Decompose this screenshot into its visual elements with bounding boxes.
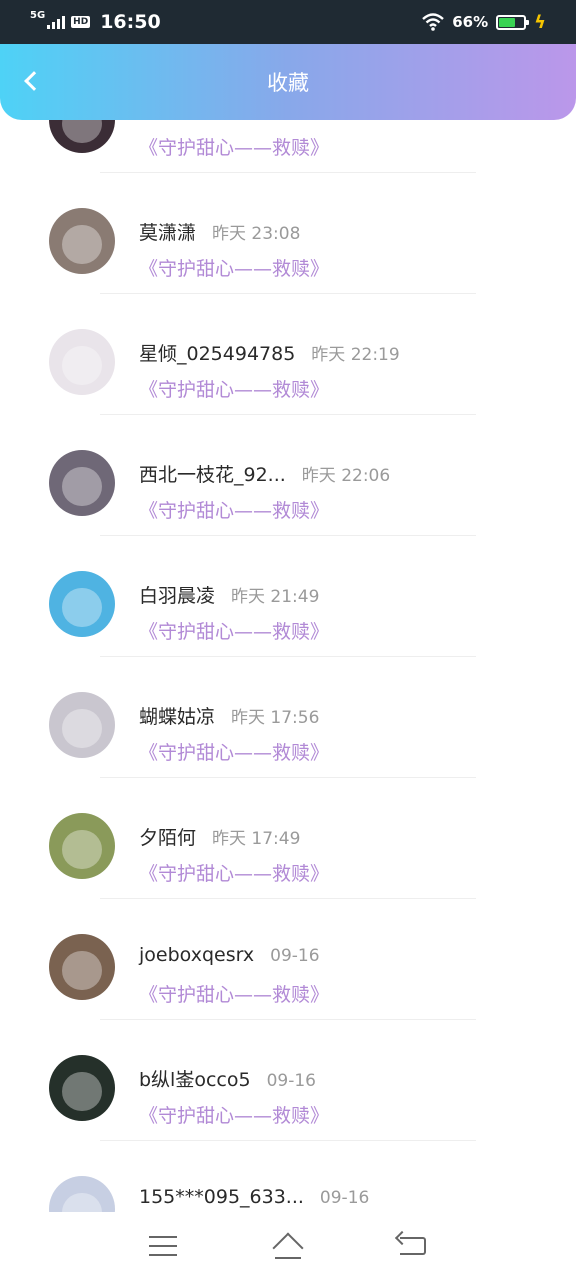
back-chevron-icon[interactable] — [12, 62, 50, 100]
favorites-list[interactable]: 《守护甜心——救赎》 莫潇潇 昨天 23:08 《守护甜心——救赎》 星倾_025494… — [0, 86, 576, 1212]
name-line: 白羽晨凌 昨天 21:49 — [139, 581, 319, 608]
favorite-work-title[interactable]: 《守护甜心——救赎》 — [139, 738, 329, 765]
favorite-time: 09-16 — [319, 1188, 370, 1208]
list-item[interactable]: 夕陌何 昨天 17:49 《守护甜心——救赎》 — [0, 813, 576, 934]
name-line: b纵l崟occo5 09-16 — [139, 1065, 316, 1092]
favorite-work-title[interactable]: 《守护甜心——救赎》 — [139, 1101, 329, 1128]
menu-icon[interactable] — [143, 1226, 183, 1266]
favorite-time: 昨天 17:56 — [231, 708, 320, 728]
user-name[interactable]: b纵l崟occo5 — [139, 1065, 251, 1092]
avatar[interactable] — [49, 1055, 115, 1121]
name-line: 155***095_633... 09-16 — [139, 1186, 369, 1208]
list-item[interactable]: joeboxqesrx 09-16 《守护甜心——救赎》 — [0, 934, 576, 1055]
favorite-work-title[interactable]: 《守护甜心——救赎》 — [139, 617, 329, 644]
status-time: 16:50 — [100, 11, 161, 33]
favorite-time: 昨天 17:49 — [212, 829, 301, 849]
avatar[interactable] — [49, 934, 115, 1000]
list-item[interactable]: 白羽晨凌 昨天 21:49 《守护甜心——救赎》 — [0, 571, 576, 692]
divider — [100, 898, 476, 899]
favorite-work-title[interactable]: 《守护甜心——救赎》 — [139, 980, 329, 1007]
divider — [100, 414, 476, 415]
app-header: 收藏 — [0, 44, 576, 120]
avatar[interactable] — [49, 450, 115, 516]
user-name[interactable]: 蝴蝶姑凉 — [139, 702, 215, 729]
avatar[interactable] — [49, 571, 115, 637]
name-line: 星倾_025494785 昨天 22:19 — [139, 339, 400, 366]
page-title: 收藏 — [267, 71, 309, 95]
divider — [100, 535, 476, 536]
favorite-time: 昨天 21:49 — [231, 587, 320, 607]
list-item[interactable]: b纵l崟occo5 09-16 《守护甜心——救赎》 — [0, 1055, 576, 1176]
user-name[interactable]: 星倾_025494785 — [139, 339, 295, 366]
user-name[interactable]: 莫潇潇 — [139, 218, 196, 245]
avatar[interactable] — [49, 329, 115, 395]
divider — [100, 1140, 476, 1141]
user-name[interactable]: 白羽晨凌 — [139, 581, 215, 608]
battery-fill — [499, 17, 515, 27]
avatar[interactable] — [49, 692, 115, 758]
user-name[interactable]: 西北一枝花_92... — [139, 460, 286, 487]
network-type: 5G — [30, 10, 46, 21]
user-name[interactable]: 夕陌何 — [139, 823, 196, 850]
hd-badge: HD — [71, 16, 91, 28]
avatar[interactable] — [49, 1176, 115, 1212]
divider — [100, 1019, 476, 1020]
name-line: 夕陌何 昨天 17:49 — [139, 823, 300, 850]
charging-icon: ϟ — [534, 11, 546, 33]
back-icon[interactable] — [393, 1226, 433, 1266]
status-left: 5G HD 16:50 — [30, 10, 161, 34]
favorite-work-title[interactable]: 《守护甜心——救赎》 — [139, 496, 329, 523]
name-line: 西北一枝花_92... 昨天 22:06 — [139, 460, 390, 487]
list-item[interactable]: 莫潇潇 昨天 23:08 《守护甜心——救赎》 — [0, 208, 576, 329]
bottom-nav — [0, 1212, 576, 1280]
user-name[interactable]: joeboxqesrx — [139, 944, 254, 966]
battery-percent: 66% — [452, 13, 489, 31]
divider — [100, 777, 476, 778]
divider — [100, 172, 476, 173]
battery-icon — [496, 14, 530, 30]
name-line: 莫潇潇 昨天 23:08 — [139, 218, 300, 245]
favorite-work-title[interactable]: 《守护甜心——救赎》 — [139, 859, 329, 886]
divider — [100, 293, 476, 294]
wifi-icon — [422, 13, 445, 31]
name-line: joeboxqesrx 09-16 — [139, 944, 320, 966]
favorite-time: 09-16 — [270, 946, 320, 966]
name-line: 蝴蝶姑凉 昨天 17:56 — [139, 702, 319, 729]
favorite-work-title[interactable]: 《守护甜心——救赎》 — [139, 133, 329, 160]
favorite-work-title[interactable]: 《守护甜心——救赎》 — [139, 375, 329, 402]
favorite-time: 昨天 23:08 — [212, 224, 301, 244]
list-item[interactable]: 蝴蝶姑凉 昨天 17:56 《守护甜心——救赎》 — [0, 692, 576, 813]
favorite-time: 昨天 22:06 — [301, 466, 391, 486]
user-name[interactable]: 155***095_633... — [139, 1186, 304, 1208]
avatar[interactable] — [49, 813, 115, 879]
divider — [100, 656, 476, 657]
avatar[interactable] — [49, 208, 115, 274]
signal-icon — [47, 15, 66, 29]
status-bar: 5G HD 16:50 66% ϟ — [0, 0, 576, 44]
status-right: 66% ϟ — [422, 12, 546, 33]
home-icon[interactable] — [268, 1226, 308, 1266]
list-item[interactable]: 西北一枝花_92... 昨天 22:06 《守护甜心——救赎》 — [0, 450, 576, 571]
favorite-work-title[interactable]: 《守护甜心——救赎》 — [139, 254, 329, 281]
list-item[interactable]: 星倾_025494785 昨天 22:19 《守护甜心——救赎》 — [0, 329, 576, 450]
favorite-time: 昨天 22:19 — [311, 345, 400, 365]
favorite-time: 09-16 — [266, 1071, 316, 1091]
list-item[interactable]: 155***095_633... 09-16 — [0, 1176, 576, 1212]
